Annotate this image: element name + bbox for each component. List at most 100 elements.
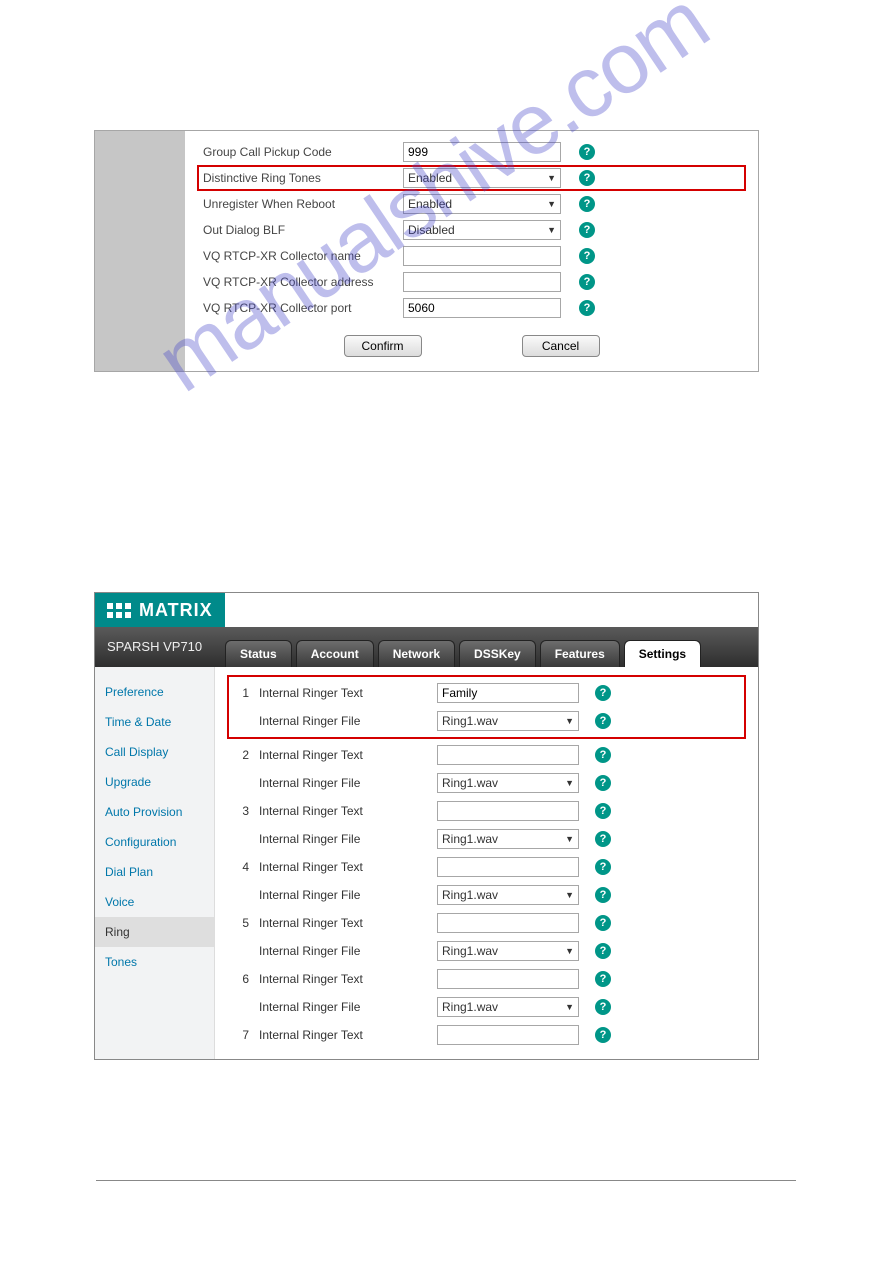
setting-label: VQ RTCP-XR Collector port <box>203 301 403 315</box>
help-icon[interactable]: ? <box>579 144 595 160</box>
chevron-down-icon: ▼ <box>565 1002 574 1012</box>
ringer-text-input[interactable] <box>437 969 579 989</box>
help-icon[interactable]: ? <box>595 685 611 701</box>
chevron-down-icon: ▼ <box>565 890 574 900</box>
setting-row: Unregister When RebootEnabled▼? <box>203 191 740 217</box>
select-value: Ring1.wav <box>442 776 498 790</box>
help-icon[interactable]: ? <box>595 943 611 959</box>
tab-network[interactable]: Network <box>378 640 455 667</box>
chevron-down-icon: ▼ <box>565 834 574 844</box>
ringer-file-row: Internal Ringer FileRing1.wav▼? <box>233 881 740 909</box>
help-icon[interactable]: ? <box>595 747 611 763</box>
ringer-file-row: Internal Ringer FileRing1.wav▼? <box>233 937 740 965</box>
ringer-group: 3Internal Ringer Text?Internal Ringer Fi… <box>233 797 740 853</box>
ringer-text-label: Internal Ringer Text <box>259 972 437 986</box>
setting-select[interactable]: Disabled▼ <box>403 220 561 240</box>
help-icon[interactable]: ? <box>595 915 611 931</box>
help-icon[interactable]: ? <box>579 274 595 290</box>
help-icon[interactable]: ? <box>579 196 595 212</box>
ringer-group: 1Internal Ringer Text?Internal Ringer Fi… <box>227 675 746 739</box>
ringer-text-row: 2Internal Ringer Text? <box>233 741 740 769</box>
select-value: Enabled <box>408 197 452 211</box>
sidemenu-item-auto-provision[interactable]: Auto Provision <box>95 797 214 827</box>
setting-text-input[interactable] <box>403 272 561 292</box>
brand-name: MATRIX <box>139 600 213 621</box>
help-icon[interactable]: ? <box>595 999 611 1015</box>
help-icon[interactable]: ? <box>579 170 595 186</box>
setting-select[interactable]: Enabled▼ <box>403 194 561 214</box>
setting-text-input[interactable] <box>403 246 561 266</box>
setting-select[interactable]: Enabled▼ <box>403 168 561 188</box>
ringer-file-label: Internal Ringer File <box>259 832 437 846</box>
help-icon[interactable]: ? <box>579 222 595 238</box>
sidemenu-item-configuration[interactable]: Configuration <box>95 827 214 857</box>
help-icon[interactable]: ? <box>595 887 611 903</box>
ringer-file-select[interactable]: Ring1.wav▼ <box>437 711 579 731</box>
brand-logo: MATRIX <box>95 593 225 627</box>
ringer-index: 7 <box>233 1028 259 1042</box>
chevron-down-icon: ▼ <box>547 225 556 235</box>
help-icon[interactable]: ? <box>595 1027 611 1043</box>
chevron-down-icon: ▼ <box>565 946 574 956</box>
sidemenu-item-call-display[interactable]: Call Display <box>95 737 214 767</box>
ringer-index: 2 <box>233 748 259 762</box>
ringer-text-input[interactable] <box>437 1025 579 1045</box>
select-value: Ring1.wav <box>442 944 498 958</box>
sidemenu-item-time-date[interactable]: Time & Date <box>95 707 214 737</box>
help-icon[interactable]: ? <box>579 300 595 316</box>
panel1-sidebar <box>95 131 185 371</box>
help-icon[interactable]: ? <box>579 248 595 264</box>
help-icon[interactable]: ? <box>595 803 611 819</box>
sidemenu-item-upgrade[interactable]: Upgrade <box>95 767 214 797</box>
ringer-file-select[interactable]: Ring1.wav▼ <box>437 885 579 905</box>
help-icon[interactable]: ? <box>595 775 611 791</box>
ringer-file-label: Internal Ringer File <box>259 888 437 902</box>
ringer-file-select[interactable]: Ring1.wav ▼ <box>437 941 579 961</box>
setting-text-input[interactable] <box>403 142 561 162</box>
setting-label: Unregister When Reboot <box>203 197 403 211</box>
tab-account[interactable]: Account <box>296 640 374 667</box>
ringer-file-row: Internal Ringer FileRing1.wav▼? <box>233 993 740 1021</box>
ringer-file-select[interactable]: Ring1.wav▼ <box>437 997 579 1017</box>
tab-features[interactable]: Features <box>540 640 620 667</box>
tab-status[interactable]: Status <box>225 640 292 667</box>
ringer-text-input[interactable] <box>437 683 579 703</box>
sidemenu-item-preference[interactable]: Preference <box>95 677 214 707</box>
ringer-text-input[interactable] <box>437 913 579 933</box>
sidemenu-item-tones[interactable]: Tones <box>95 947 214 977</box>
ringer-text-row: 1Internal Ringer Text? <box>233 679 740 707</box>
ringer-group: 4Internal Ringer Text?Internal Ringer Fi… <box>233 853 740 909</box>
help-icon[interactable]: ? <box>595 713 611 729</box>
setting-label: Out Dialog BLF <box>203 223 403 237</box>
ringer-file-label: Internal Ringer File <box>259 714 437 728</box>
select-value: Ring1.wav <box>442 832 498 846</box>
tab-settings[interactable]: Settings <box>624 640 701 667</box>
setting-text-input[interactable] <box>403 298 561 318</box>
ringer-index: 5 <box>233 916 259 930</box>
footer-rule <box>96 1180 796 1181</box>
confirm-button[interactable]: Confirm <box>344 335 422 357</box>
ringer-text-label: Internal Ringer Text <box>259 1028 437 1042</box>
ringer-text-input[interactable] <box>437 801 579 821</box>
ringer-text-input[interactable] <box>437 857 579 877</box>
tab-dsskey[interactable]: DSSKey <box>459 640 536 667</box>
ringer-text-row: 5Internal Ringer Text? <box>233 909 740 937</box>
sidemenu-item-voice[interactable]: Voice <box>95 887 214 917</box>
help-icon[interactable]: ? <box>595 971 611 987</box>
ringer-group: 2Internal Ringer Text?Internal Ringer Fi… <box>233 741 740 797</box>
ringer-file-select[interactable]: Ring1.wav▼ <box>437 773 579 793</box>
product-subtitle: SPARSH VP710 <box>107 639 202 654</box>
ringer-file-select[interactable]: Ring1.wav ▼ <box>437 829 579 849</box>
setting-row: VQ RTCP-XR Collector name? <box>203 243 740 269</box>
sidemenu-item-dial-plan[interactable]: Dial Plan <box>95 857 214 887</box>
setting-label: Distinctive Ring Tones <box>203 171 403 185</box>
help-icon[interactable]: ? <box>595 831 611 847</box>
cancel-button[interactable]: Cancel <box>522 335 600 357</box>
ringer-file-row: Internal Ringer FileRing1.wav▼? <box>233 707 740 735</box>
setting-label: Group Call Pickup Code <box>203 145 403 159</box>
panel1-body: Group Call Pickup Code? Distinctive Ring … <box>185 131 758 371</box>
sidemenu-item-ring[interactable]: Ring <box>95 917 214 947</box>
ringer-text-input[interactable] <box>437 745 579 765</box>
ringer-index: 1 <box>233 686 259 700</box>
help-icon[interactable]: ? <box>595 859 611 875</box>
